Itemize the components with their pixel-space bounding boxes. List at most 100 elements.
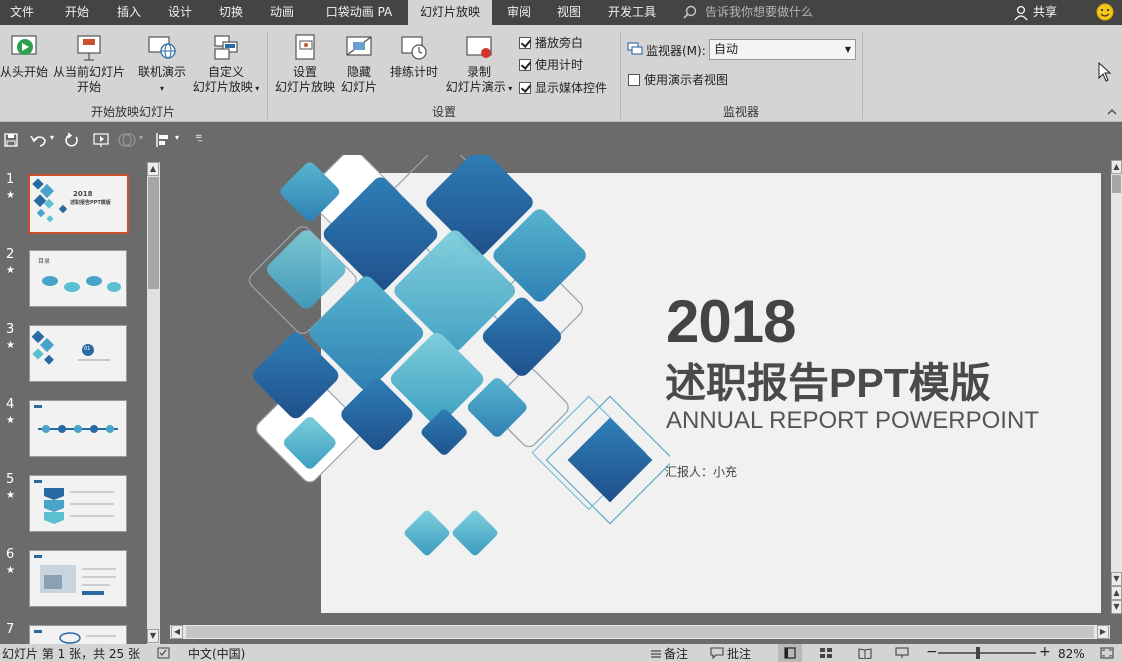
tab-slideshow[interactable]: 幻灯片放映 [408, 0, 492, 25]
rehearse-timings-button[interactable]: 排练计时 [388, 33, 440, 80]
normal-view-icon [784, 647, 796, 659]
thumb-2-title: 目录 [38, 258, 51, 265]
normal-view-button[interactable] [778, 644, 802, 662]
custom-slideshow-label-1: 自定义 [207, 65, 244, 79]
slideshow-view-icon[interactable] [895, 647, 909, 659]
animation-star-icon: ★ [6, 565, 15, 576]
scroll-right-arrow-icon[interactable]: ▶ [1097, 625, 1109, 639]
slide-thumbnail-6[interactable] [29, 550, 127, 607]
tab-view[interactable]: 视图 [548, 0, 590, 25]
present-from-start-icon[interactable] [93, 132, 111, 148]
slide-small-diamonds [404, 510, 498, 556]
checkbox-checked-icon [519, 59, 531, 71]
show-media-controls-label: 显示媒体控件 [535, 81, 608, 95]
checkbox-checked-icon [519, 37, 531, 49]
group-label-start-slideshow: 开始放映幻灯片 [90, 105, 175, 119]
animation-star-icon: ★ [6, 490, 15, 501]
setup-slideshow-button[interactable]: 设置 幻灯片放映 [272, 33, 338, 95]
zoom-out-icon[interactable]: − [926, 644, 938, 660]
save-icon[interactable] [4, 133, 18, 147]
slide-thumbnail-4[interactable] [29, 400, 127, 457]
slide-thumbnail-2[interactable]: 目录 [29, 250, 127, 307]
thumb-number: 6 [6, 547, 15, 562]
checkbox-checked-icon [519, 82, 531, 94]
user-icon [1014, 5, 1028, 21]
previous-slide-icon[interactable]: ▲ [1111, 586, 1122, 600]
use-timings-label: 使用计时 [535, 58, 584, 72]
online-present-button[interactable]: 联机演示 ▾ [136, 33, 188, 96]
zoom-level[interactable]: 82% [1058, 646, 1085, 662]
align-icon[interactable] [155, 132, 171, 148]
presenter-view-label: 使用演示者视图 [644, 73, 729, 87]
thumb-number: 5 [6, 472, 15, 487]
tell-me-search[interactable]: 告诉我你想要做什么 [705, 0, 813, 25]
slide-thumbnail-3[interactable]: 01 [29, 325, 127, 382]
tab-pocket-animation[interactable]: 口袋动画 PA [316, 0, 402, 25]
scroll-left-arrow-icon[interactable]: ◀ [171, 625, 183, 639]
fit-to-window-icon[interactable] [1100, 647, 1114, 659]
rehearse-timings-label: 排练计时 [389, 65, 438, 79]
hide-slide-label-2: 幻灯片 [340, 80, 377, 94]
notes-button[interactable]: 备注 [664, 646, 688, 662]
comments-button[interactable]: 批注 [727, 646, 751, 662]
monitor-select[interactable]: 自动 ▼ [709, 39, 856, 60]
tab-design[interactable]: 设计 [157, 0, 203, 25]
next-slide-icon[interactable]: ▼ [1111, 600, 1122, 614]
custom-slideshow-dropdown-icon: ▾ [252, 84, 260, 93]
tab-review[interactable]: 审阅 [498, 0, 540, 25]
zoom-slider[interactable] [938, 652, 1036, 654]
align-dropdown-icon[interactable]: ▾ [175, 133, 179, 142]
undo-dropdown-icon[interactable]: ▾ [50, 133, 54, 142]
collapse-ribbon-icon[interactable] [1107, 108, 1117, 116]
thumb-1-year: 2018 [73, 190, 93, 198]
horizontal-scroll-thumb[interactable] [186, 626, 1094, 638]
reading-view-icon[interactable] [858, 647, 872, 659]
tab-animations[interactable]: 动画 [259, 0, 305, 25]
play-narrations-checkbox[interactable]: 播放旁白 [519, 36, 583, 50]
online-present-dropdown-icon: ▾ [159, 84, 164, 93]
from-current-button[interactable]: 从当前幻灯片 开始 [52, 33, 126, 95]
from-beginning-button[interactable]: 从头开始 [0, 33, 48, 80]
editor-vertical-scrollbar[interactable] [1111, 160, 1122, 600]
thumbnails-scroll-thumb[interactable] [148, 177, 159, 289]
animation-star-icon: ★ [6, 190, 15, 201]
smiley-feedback-icon[interactable] [1096, 3, 1114, 21]
language-indicator[interactable]: 中文(中国) [188, 646, 245, 662]
use-timings-checkbox[interactable]: 使用计时 [519, 58, 583, 72]
tab-transitions[interactable]: 切换 [208, 0, 254, 25]
share-button[interactable]: 共享 [1033, 0, 1057, 25]
tab-developer[interactable]: 开发工具 [600, 0, 664, 25]
animation-star-icon: ★ [6, 415, 15, 426]
scroll-up-arrow-icon[interactable]: ▲ [1111, 160, 1122, 174]
record-slideshow-button[interactable]: 录制 幻灯片演示 ▾ [442, 33, 516, 96]
spell-check-icon[interactable] [157, 647, 171, 659]
zoom-in-icon[interactable]: + [1039, 644, 1051, 660]
slide-thumbnail-1[interactable]: 2018 述职报告PPT模版 [28, 174, 129, 234]
record-dropdown-icon: ▾ [505, 84, 513, 93]
slide-thumbnail-7[interactable] [29, 625, 127, 644]
rehearse-timings-icon [401, 36, 427, 60]
editor-scroll-thumb[interactable] [1112, 175, 1121, 193]
scroll-down-arrow-icon[interactable]: ▼ [147, 629, 159, 643]
scroll-up-arrow-icon[interactable]: ▲ [147, 162, 159, 176]
thumb-2-art [42, 276, 121, 292]
scroll-down-arrow-icon[interactable]: ▼ [1111, 572, 1122, 586]
undo-icon[interactable] [30, 132, 48, 148]
slide-thumbnail-5[interactable] [29, 475, 127, 532]
hide-slide-button[interactable]: 隐藏 幻灯片 [340, 33, 378, 95]
customize-qat-icon[interactable]: =̲ [195, 132, 203, 142]
show-media-controls-checkbox[interactable]: 显示媒体控件 [519, 81, 607, 95]
record-slideshow-icon [466, 36, 492, 58]
custom-slideshow-button[interactable]: 自定义 幻灯片放映 ▾ [190, 33, 262, 96]
presenter-view-checkbox[interactable]: 使用演示者视图 [628, 73, 728, 87]
zoom-slider-handle[interactable] [976, 647, 980, 659]
redo-icon[interactable] [64, 132, 80, 148]
slide-sorter-icon[interactable] [819, 647, 833, 659]
touch-dropdown-icon[interactable]: ▾ [139, 133, 143, 142]
tab-insert[interactable]: 插入 [106, 0, 152, 25]
tab-file[interactable]: 文件 [0, 0, 44, 25]
custom-slideshow-icon [214, 35, 238, 60]
tab-home[interactable]: 开始 [54, 0, 100, 25]
comments-icon [710, 647, 724, 659]
touch-mode-icon[interactable] [118, 132, 136, 148]
